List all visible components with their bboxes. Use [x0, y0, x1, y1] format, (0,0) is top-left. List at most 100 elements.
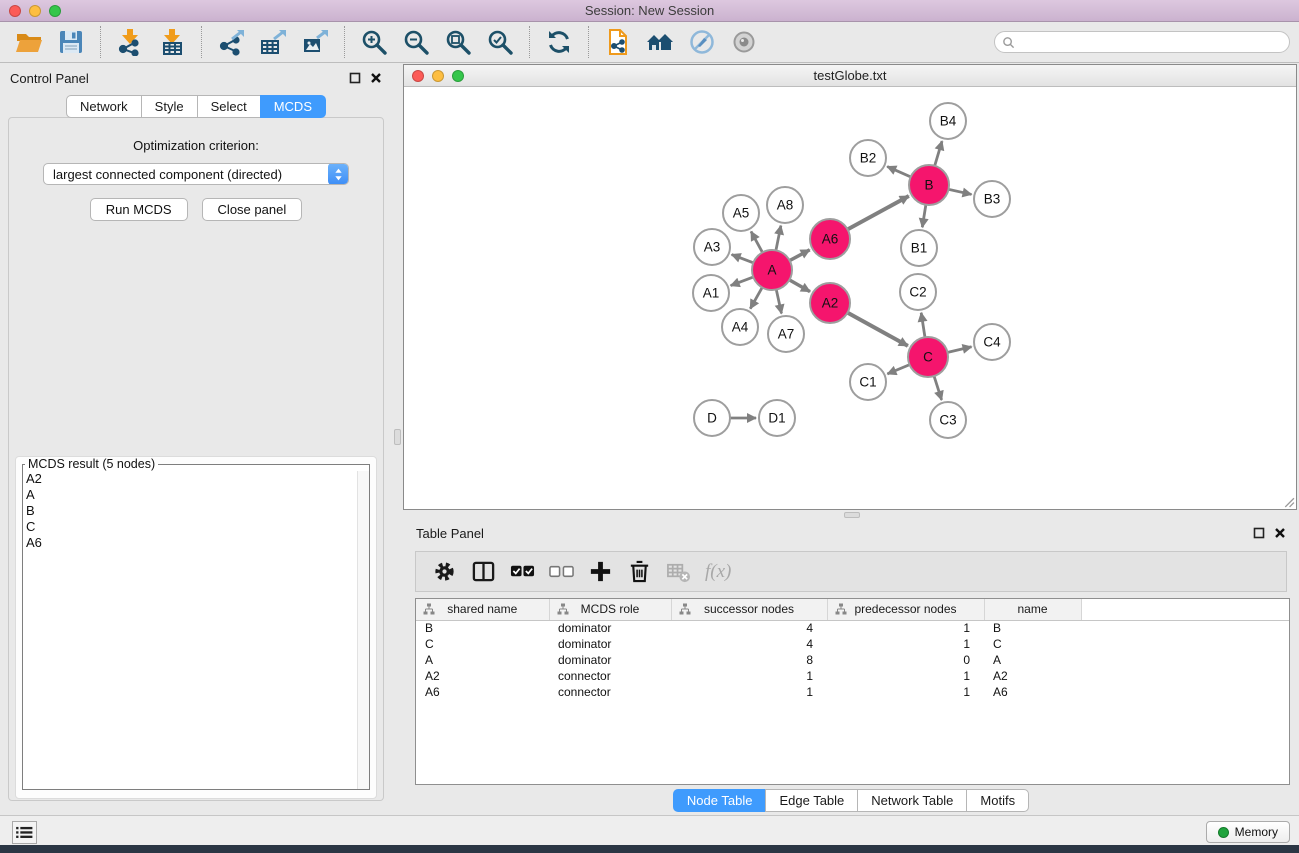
column-header-successor-nodes[interactable]: successor nodes — [671, 599, 827, 620]
memory-button[interactable]: Memory — [1206, 821, 1290, 843]
network-window-titlebar[interactable]: testGlobe.txt — [404, 65, 1296, 87]
table-tab-motifs[interactable]: Motifs — [966, 789, 1029, 812]
save-session-button[interactable] — [56, 27, 86, 57]
result-item-c[interactable]: C — [23, 519, 369, 535]
close-panel-button[interactable]: Close panel — [202, 198, 303, 221]
graph-node-B3[interactable]: B3 — [974, 181, 1010, 217]
graph-node-B[interactable]: B — [909, 165, 949, 205]
graph-node-C3[interactable]: C3 — [930, 402, 966, 438]
run-mcds-button[interactable]: Run MCDS — [90, 198, 188, 221]
result-item-b[interactable]: B — [23, 503, 369, 519]
graph-node-C2[interactable]: C2 — [900, 274, 936, 310]
cell-shared-name: C — [416, 636, 549, 652]
table-tab-edge-table[interactable]: Edge Table — [765, 789, 858, 812]
float-panel-icon[interactable] — [349, 72, 361, 84]
column-header-name[interactable]: name — [984, 599, 1081, 620]
zoom-fit-button[interactable] — [443, 27, 473, 57]
result-item-a6[interactable]: A6 — [23, 535, 369, 551]
graph-node-A6[interactable]: A6 — [810, 219, 850, 259]
table-row-c[interactable]: Cdominator41C — [416, 636, 1289, 652]
vertical-divider-handle[interactable] — [394, 429, 401, 445]
manage-networks-button[interactable] — [603, 27, 633, 57]
desktop-background-strip — [0, 845, 1299, 853]
graph-node-D1[interactable]: D1 — [759, 400, 795, 436]
houses-icon — [646, 28, 674, 56]
control-tab-style[interactable]: Style — [141, 95, 198, 118]
cell-filler — [1081, 636, 1289, 652]
export-image-button[interactable] — [300, 27, 330, 57]
export-network-button[interactable] — [216, 27, 246, 57]
svg-text:A8: A8 — [777, 198, 794, 213]
graph-node-A4[interactable]: A4 — [722, 309, 758, 345]
task-history-button[interactable] — [12, 821, 37, 844]
cell-predecessor-nodes: 1 — [827, 636, 984, 652]
graph-node-A7[interactable]: A7 — [768, 316, 804, 352]
graph-node-A1[interactable]: A1 — [693, 275, 729, 311]
search-input[interactable] — [1015, 33, 1289, 51]
network-overview-button[interactable] — [645, 27, 675, 57]
graph-node-B2[interactable]: B2 — [850, 140, 886, 176]
graph-node-B1[interactable]: B1 — [901, 230, 937, 266]
graphics-details-button[interactable] — [687, 27, 717, 57]
graph-node-A5[interactable]: A5 — [723, 195, 759, 231]
result-scrollbar[interactable] — [357, 471, 369, 789]
import-table-icon — [158, 28, 186, 56]
add-column-button[interactable] — [586, 559, 614, 585]
export-table-button[interactable] — [258, 27, 288, 57]
show-columns-button[interactable] — [469, 559, 497, 585]
zoom-out-button[interactable] — [401, 27, 431, 57]
column-settings-button[interactable] — [430, 559, 458, 585]
hide-panel-button[interactable] — [729, 27, 759, 57]
close-panel-icon[interactable] — [1274, 527, 1286, 539]
table-row-b[interactable]: Bdominator41B — [416, 620, 1289, 636]
horizontal-divider-handle[interactable] — [844, 512, 860, 518]
resize-grip-icon[interactable] — [1282, 495, 1295, 508]
graph-node-A3[interactable]: A3 — [694, 229, 730, 265]
graph-node-D[interactable]: D — [694, 400, 730, 436]
control-tab-mcds[interactable]: MCDS — [260, 95, 326, 118]
table-tab-node-table[interactable]: Node Table — [673, 789, 767, 812]
control-tab-network[interactable]: Network — [66, 95, 142, 118]
import-network-button[interactable] — [115, 27, 145, 57]
apply-layout-button[interactable] — [544, 27, 574, 57]
mcds-result-list[interactable]: A2ABCA6 — [23, 471, 369, 785]
import-table-button[interactable] — [157, 27, 187, 57]
zoom-selected-button[interactable] — [485, 27, 515, 57]
table-row-a[interactable]: Adominator80A — [416, 652, 1289, 668]
control-panel: Control Panel NetworkStyleSelectMCDS Opt… — [0, 63, 392, 815]
float-panel-icon[interactable] — [1253, 527, 1265, 539]
control-tab-select[interactable]: Select — [197, 95, 261, 118]
criterion-select[interactable]: largest connected component (directed) — [43, 163, 349, 185]
table-row-a2[interactable]: A2connector11A2 — [416, 668, 1289, 684]
table-tab-network-table[interactable]: Network Table — [857, 789, 967, 812]
graph-node-C[interactable]: C — [908, 337, 948, 377]
svg-text:A2: A2 — [822, 296, 839, 311]
svg-text:C1: C1 — [859, 375, 876, 390]
graph-node-C1[interactable]: C1 — [850, 364, 886, 400]
export-table-icon — [259, 28, 287, 56]
result-item-a2[interactable]: A2 — [23, 471, 369, 487]
network-canvas[interactable]: B4 B2 B B3 A8 A5 A6 A3 B1 A C2 A1 A2 A4 A7 C4 C C1 C3 D D1 — [404, 87, 1296, 509]
app-titlebar[interactable]: Session: New Session — [0, 0, 1299, 22]
delete-column-button[interactable] — [625, 559, 653, 585]
column-header-shared-name[interactable]: shared name — [416, 599, 549, 620]
refresh-icon — [545, 28, 573, 56]
cell-shared-name: A2 — [416, 668, 549, 684]
graph-node-A8[interactable]: A8 — [767, 187, 803, 223]
graph-node-B4[interactable]: B4 — [930, 103, 966, 139]
memory-status-icon — [1218, 827, 1229, 838]
graph-node-C4[interactable]: C4 — [974, 324, 1010, 360]
close-panel-icon[interactable] — [370, 72, 382, 84]
result-item-a[interactable]: A — [23, 487, 369, 503]
deselect-all-button[interactable] — [547, 559, 575, 585]
svg-text:A6: A6 — [822, 232, 839, 247]
zoom-in-button[interactable] — [359, 27, 389, 57]
graph-node-A2[interactable]: A2 — [810, 283, 850, 323]
column-header-mcds-role[interactable]: MCDS role — [549, 599, 671, 620]
graph-node-A[interactable]: A — [752, 250, 792, 290]
column-header-predecessor-nodes[interactable]: predecessor nodes — [827, 599, 984, 620]
open-session-button[interactable] — [14, 27, 44, 57]
table-row-a6[interactable]: A6connector11A6 — [416, 684, 1289, 700]
select-all-button[interactable] — [508, 559, 536, 585]
toolbar-separator — [201, 26, 202, 58]
